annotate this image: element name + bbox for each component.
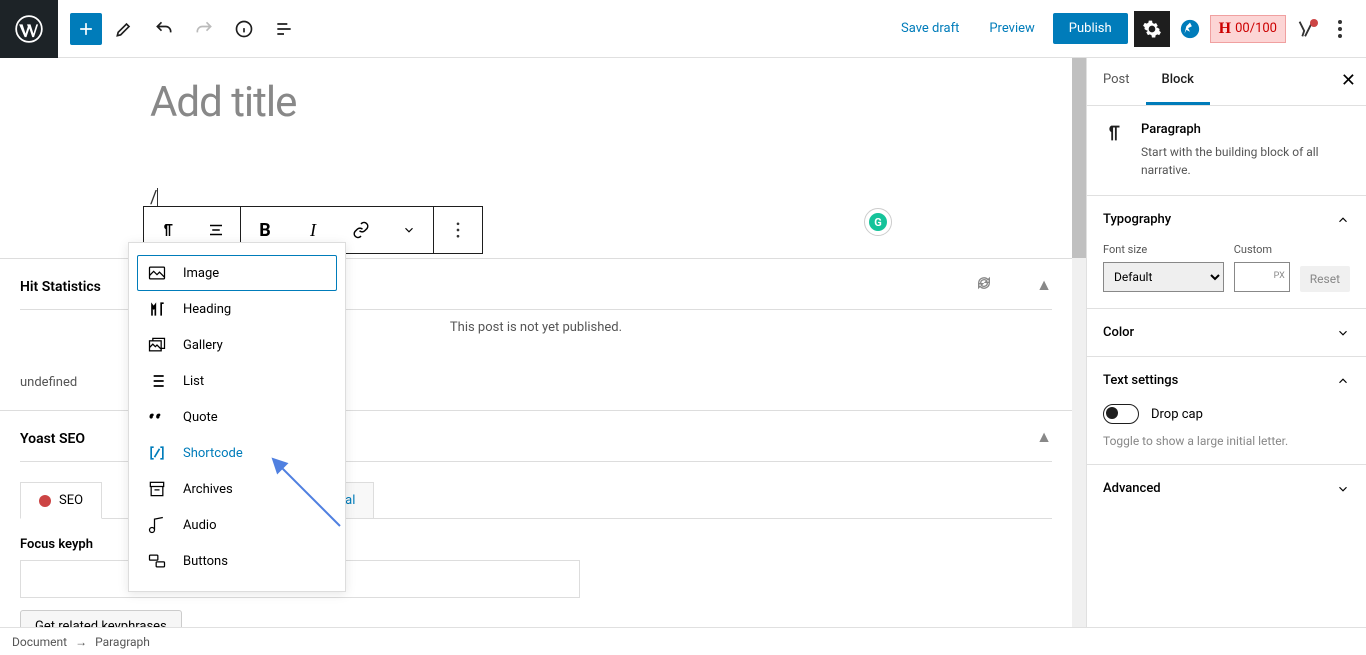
- post-title-input[interactable]: Add title: [150, 78, 1030, 127]
- advanced-header[interactable]: Advanced: [1103, 481, 1350, 496]
- heading-icon: [147, 299, 167, 319]
- breadcrumb-document[interactable]: Document: [12, 635, 67, 649]
- block-options-button[interactable]: [434, 207, 482, 253]
- breadcrumb-paragraph[interactable]: Paragraph: [95, 635, 150, 649]
- quote-icon: [147, 407, 167, 427]
- font-size-select[interactable]: Default: [1103, 262, 1224, 292]
- refresh-icon[interactable]: [976, 275, 992, 291]
- preview-button[interactable]: Preview: [977, 13, 1046, 44]
- toolbar-left: [58, 11, 302, 47]
- sidebar-tab-block[interactable]: Block: [1146, 58, 1210, 105]
- breadcrumb-separator: →: [75, 635, 87, 649]
- drop-cap-toggle[interactable]: [1103, 404, 1139, 424]
- block-option-audio[interactable]: Audio: [137, 507, 337, 543]
- block-description: Start with the building block of all nar…: [1141, 143, 1350, 179]
- block-option-shortcode[interactable]: Shortcode: [137, 435, 337, 471]
- heading-score-badge[interactable]: H 00/100: [1210, 15, 1286, 43]
- gallery-icon: [147, 335, 167, 355]
- breadcrumb: Document → Paragraph: [0, 627, 1366, 655]
- editor-toolbar: Save draft Preview Publish H 00/100: [0, 0, 1366, 58]
- sidebar-tabs: Post Block ✕: [1087, 58, 1366, 106]
- block-option-archives[interactable]: Archives: [137, 471, 337, 507]
- font-size-label: Font size: [1103, 243, 1224, 256]
- block-option-heading[interactable]: Heading: [137, 291, 337, 327]
- yoast-button[interactable]: [1292, 15, 1320, 43]
- typography-panel: Typography Font size Default Custom PX: [1087, 195, 1366, 308]
- seo-status-dot: [39, 495, 51, 507]
- color-header[interactable]: Color: [1103, 325, 1350, 340]
- advanced-panel: Advanced: [1087, 464, 1366, 512]
- yoast-status-dot: [1310, 19, 1318, 27]
- typography-header[interactable]: Typography: [1103, 212, 1350, 227]
- more-options-button[interactable]: [1326, 11, 1354, 47]
- archives-icon: [147, 479, 167, 499]
- block-option-list[interactable]: List: [137, 363, 337, 399]
- grammarly-indicator[interactable]: G: [864, 208, 892, 236]
- block-option-image[interactable]: Image: [137, 255, 337, 291]
- heading-score-text: 00/100: [1235, 21, 1277, 36]
- color-panel: Color: [1087, 308, 1366, 356]
- custom-font-size-input[interactable]: PX: [1234, 262, 1290, 292]
- undo-button[interactable]: [146, 11, 182, 47]
- text-settings-header[interactable]: Text settings: [1103, 373, 1350, 388]
- custom-label: Custom: [1234, 243, 1290, 256]
- settings-sidebar: Post Block ✕ Paragraph Start with the bu…: [1086, 58, 1366, 627]
- add-block-button[interactable]: [70, 13, 102, 45]
- save-draft-button[interactable]: Save draft: [889, 13, 971, 44]
- paragraph-icon: [1103, 122, 1125, 179]
- publish-button[interactable]: Publish: [1053, 13, 1128, 44]
- tab-seo[interactable]: SEO: [20, 482, 102, 519]
- redo-button[interactable]: [186, 11, 222, 47]
- toolbar-right: Save draft Preview Publish H 00/100: [889, 11, 1366, 47]
- heading-h-icon: H: [1219, 20, 1231, 38]
- block-info: Paragraph Start with the building block …: [1087, 106, 1366, 195]
- collapse-icon[interactable]: ▲: [1036, 275, 1052, 295]
- block-option-gallery[interactable]: Gallery: [137, 327, 337, 363]
- details-button[interactable]: [226, 11, 262, 47]
- editor-scrollbar[interactable]: [1072, 58, 1086, 627]
- block-name: Paragraph: [1141, 122, 1350, 137]
- edit-mode-button[interactable]: [106, 11, 142, 47]
- drop-cap-label: Drop cap: [1151, 407, 1203, 422]
- block-option-quote[interactable]: Quote: [137, 399, 337, 435]
- block-option-buttons[interactable]: Buttons: [137, 543, 337, 579]
- outline-button[interactable]: [266, 11, 302, 47]
- sidebar-tab-post[interactable]: Post: [1087, 58, 1146, 105]
- audio-icon: [147, 515, 167, 535]
- reset-button[interactable]: Reset: [1300, 266, 1350, 292]
- image-icon: [147, 263, 167, 283]
- wordpress-logo[interactable]: [0, 0, 58, 58]
- block-inserter-popover: Image Heading Gallery List Quote Shortco…: [128, 242, 346, 592]
- buttons-icon: [147, 551, 167, 571]
- collapse-icon[interactable]: ▲: [1036, 427, 1052, 447]
- cookie-consent-button[interactable]: [1176, 15, 1204, 43]
- more-formatting-button[interactable]: [385, 207, 433, 253]
- text-settings-panel: Text settings Drop cap Toggle to show a …: [1087, 356, 1366, 464]
- grammarly-icon: G: [869, 213, 887, 231]
- sidebar-close-button[interactable]: ✕: [1341, 70, 1356, 91]
- drop-cap-description: Toggle to show a large initial letter.: [1103, 434, 1350, 448]
- related-keyphrases-button[interactable]: Get related keyphrases: [20, 610, 182, 627]
- shortcode-icon: [147, 443, 167, 463]
- settings-button[interactable]: [1134, 11, 1170, 47]
- list-icon: [147, 371, 167, 391]
